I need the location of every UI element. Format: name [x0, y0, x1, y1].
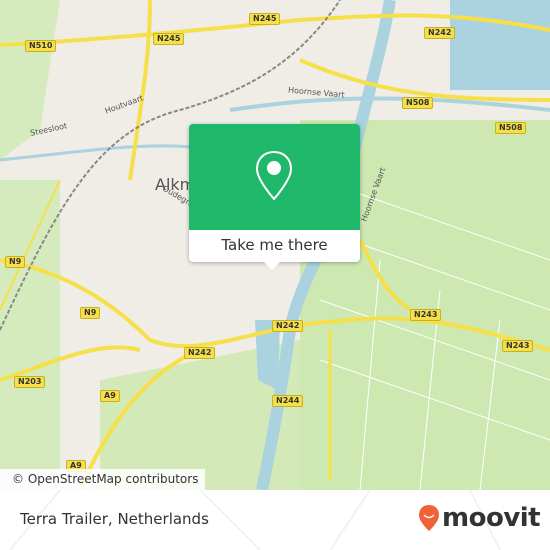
location-popup: Take me there — [189, 124, 360, 270]
popup-header — [189, 124, 360, 230]
road-shield: N9 — [5, 256, 26, 268]
take-me-there-button[interactable]: Take me there — [189, 230, 360, 262]
moovit-pin-icon — [419, 505, 439, 531]
road-shield: N243 — [502, 340, 534, 352]
road-shield: N242 — [184, 347, 216, 359]
map-pin-icon — [255, 150, 293, 201]
road-shield: N510 — [25, 40, 57, 52]
road-shield: N245 — [249, 13, 281, 25]
logo-text: moovit — [442, 503, 541, 533]
road-shield: A9 — [100, 390, 120, 402]
road-shield: N243 — [410, 309, 442, 321]
road-shield: N203 — [14, 376, 46, 388]
road-shield: N9 — [80, 307, 101, 319]
road-shield: N242 — [424, 27, 456, 39]
moovit-logo[interactable]: moovit — [418, 503, 541, 533]
road-shield: N242 — [272, 320, 304, 332]
road-shield: N245 — [153, 33, 185, 45]
popup-pointer — [264, 262, 280, 270]
farmland-west — [0, 180, 60, 470]
road-shield: N508 — [495, 122, 527, 134]
harbour — [450, 0, 550, 90]
attribution[interactable]: © OpenStreetMap contributors — [0, 469, 205, 490]
place-name: Terra Trailer, Netherlands — [20, 510, 209, 528]
road-shield: N508 — [402, 97, 434, 109]
road-shield: N244 — [272, 395, 304, 407]
